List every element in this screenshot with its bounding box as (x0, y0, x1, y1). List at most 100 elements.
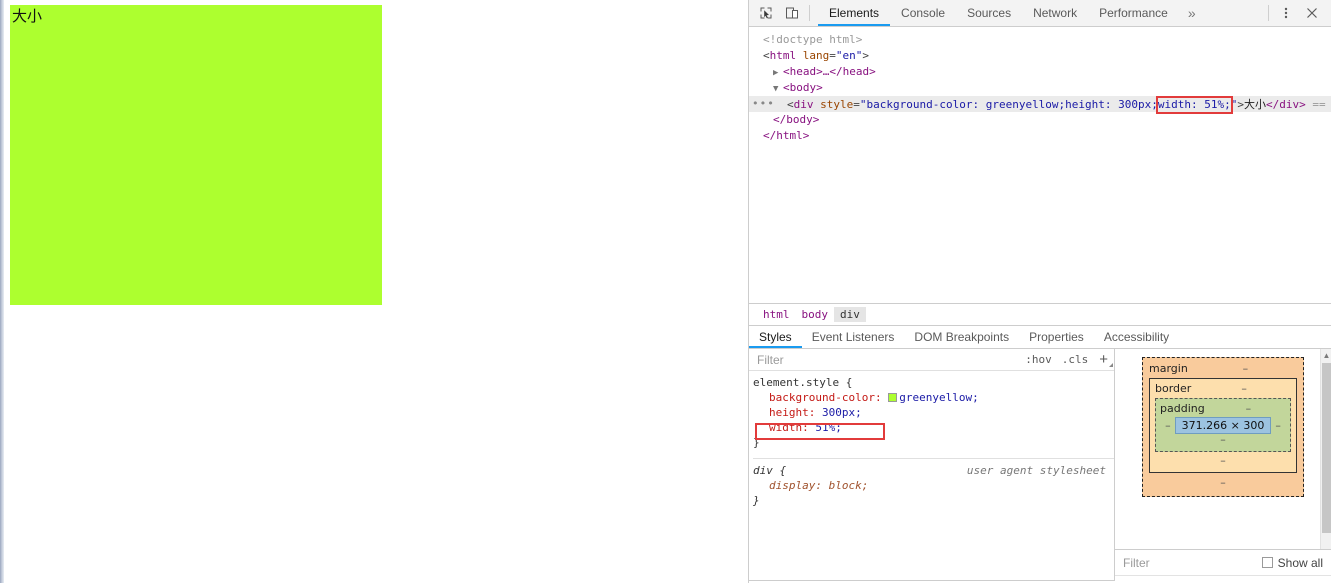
tab-network[interactable]: Network (1022, 0, 1088, 26)
resize-corner-icon (1109, 363, 1113, 367)
dom-line-head[interactable]: ▶ <head>…</head> (749, 64, 1331, 80)
decl-height-value: 300px; (821, 406, 862, 419)
user-agent-stylesheet-note: user agent stylesheet (966, 464, 1106, 477)
dom-trailing-equals: == (1312, 98, 1326, 111)
decl-height[interactable]: height: 300px; (753, 405, 1114, 420)
tab-network-label: Network (1033, 6, 1078, 20)
breadcrumb-item-div[interactable]: div (834, 307, 866, 322)
decl-height-prop: height: (769, 406, 816, 419)
tab-sources[interactable]: Sources (956, 0, 1022, 26)
styles-rules-list: element.style { background-color: greeny… (749, 371, 1114, 512)
tab-elements-label: Elements (829, 6, 880, 20)
decl-width-prop: width: (769, 421, 809, 434)
color-swatch-greenyellow[interactable] (888, 393, 898, 402)
more-tabs-button[interactable]: » (1179, 0, 1205, 26)
vertical-dots-icon[interactable] (1273, 0, 1299, 26)
styles-filter-input[interactable]: Filter (757, 353, 1020, 367)
box-model-content-row: – 371.266 × 300 – (1160, 417, 1286, 434)
dom-tree[interactable]: <!doctype html> <html lang="en"> ▶ <head>… (749, 27, 1331, 303)
subtab-event-listeners[interactable]: Event Listeners (802, 326, 905, 348)
box-model-padding-bottom[interactable]: – (1160, 434, 1286, 445)
box-model-padding-left[interactable]: – (1161, 419, 1175, 432)
breadcrumb-item-html[interactable]: html (757, 307, 796, 322)
box-model-padding-right[interactable]: – (1271, 419, 1285, 432)
decl-display-value: block; (828, 479, 869, 492)
scroll-up-arrow-icon[interactable]: ▲ (1321, 349, 1331, 362)
div-style-value-part1: background-color: greenyellow;height: 30… (866, 98, 1158, 111)
html-tagname: html (769, 49, 797, 62)
computed-filter-row: Filter Show all (1115, 550, 1331, 576)
div-tagname: div (793, 98, 814, 111)
dom-line-doctype[interactable]: <!doctype html> (749, 32, 1331, 48)
body-open-text: <body> (783, 81, 823, 94)
rule-element-style-selector: element.style { (753, 376, 853, 389)
rule-element-style[interactable]: element.style { background-color: greeny… (753, 375, 1114, 454)
box-model-diagram: margin – border – padding – – 371.266 × … (1142, 357, 1304, 497)
toolbar-separator (809, 5, 810, 21)
box-model-border-bottom[interactable]: – (1155, 455, 1291, 466)
chevron-right-icon[interactable]: ▶ (773, 65, 783, 81)
dom-line-body-open[interactable]: ▼ <body> (749, 80, 1331, 96)
decl-display-prop: display: (769, 479, 822, 492)
box-model-border-row: border – (1155, 382, 1291, 395)
more-tabs-label: » (1187, 5, 1196, 21)
div-attr-quote-open: " (859, 98, 867, 111)
close-icon[interactable] (1299, 0, 1325, 26)
box-model-border-label: border (1155, 382, 1192, 395)
box-model-margin-row: margin – (1149, 362, 1297, 375)
rule-div-ua[interactable]: user agent stylesheet div { display: blo… (753, 459, 1114, 512)
dom-line-div-selected[interactable]: ••• <div style="background-color: greenye… (749, 96, 1331, 114)
decl-background-color-value: greenyellow; (899, 391, 979, 404)
devtools-toolbar-right (1264, 0, 1331, 26)
subtab-dom-breakpoints-label: DOM Breakpoints (914, 330, 1010, 344)
subtab-accessibility[interactable]: Accessibility (1094, 326, 1179, 348)
subtab-styles[interactable]: Styles (749, 326, 802, 348)
box-model-padding-top[interactable]: – (1211, 402, 1286, 415)
box-model-padding-box: padding – – 371.266 × 300 – – (1155, 398, 1291, 452)
browser-window-left-edge (0, 0, 4, 583)
div-attr-equals: = (853, 98, 860, 111)
expand-ellipsis-button[interactable]: ••• (752, 98, 775, 110)
toolbar-separator-right (1268, 5, 1269, 21)
show-all-label[interactable]: Show all (1278, 556, 1323, 570)
tab-performance[interactable]: Performance (1088, 0, 1179, 26)
dom-line-body-close[interactable]: </body> (749, 112, 1331, 128)
new-style-rule-button[interactable]: + (1093, 351, 1114, 368)
decl-display[interactable]: display: block; (753, 478, 1114, 493)
chevron-down-icon[interactable]: ▼ (773, 81, 783, 97)
computed-filter-bar: Filter Show all (1115, 549, 1331, 583)
scrollbar-thumb[interactable] (1322, 363, 1331, 533)
html-lang-attr: lang (802, 49, 830, 62)
html-close-text: </html> (763, 129, 810, 142)
dom-line-html-open[interactable]: <html lang="en"> (749, 48, 1331, 64)
box-model-column: margin – border – padding – – 371.266 × … (1114, 349, 1331, 580)
body-close-text: </body> (773, 113, 820, 126)
tab-console[interactable]: Console (890, 0, 956, 26)
box-model-margin-bottom[interactable]: – (1149, 477, 1297, 488)
box-model-margin-top[interactable]: – (1194, 362, 1297, 375)
box-model-scrollbar[interactable]: ▲ (1320, 349, 1331, 580)
decl-width[interactable]: width: 51%; (753, 420, 1114, 435)
device-toolbar-icon[interactable] (779, 0, 805, 26)
subtab-dom-breakpoints[interactable]: DOM Breakpoints (904, 326, 1019, 348)
dom-line-html-close[interactable]: </html> (749, 128, 1331, 144)
styles-filter-bar: Filter :hov .cls + (749, 349, 1114, 371)
styles-sub-tab-strip: Styles Event Listeners DOM Breakpoints P… (749, 325, 1331, 349)
decl-background-color[interactable]: background-color: greenyellow; (753, 390, 1114, 405)
breadcrumb-item-body[interactable]: body (796, 307, 835, 322)
new-style-rule-label: + (1099, 351, 1108, 368)
tab-elements[interactable]: Elements (818, 0, 891, 26)
inspect-cursor-icon[interactable] (753, 0, 779, 26)
box-model-border-top[interactable]: – (1197, 382, 1291, 395)
computed-filter-input[interactable]: Filter (1123, 556, 1262, 570)
devtools-toolbar: Elements Console Sources Network Perform… (749, 0, 1331, 27)
doctype-text: <!doctype html> (763, 33, 863, 46)
rule-element-style-close: } (753, 436, 760, 449)
greenyellow-div[interactable]: 大小 (10, 5, 382, 305)
cls-button[interactable]: .cls (1057, 353, 1094, 366)
box-model-content-size[interactable]: 371.266 × 300 (1174, 417, 1272, 434)
show-all-checkbox[interactable] (1261, 557, 1273, 568)
subtab-properties[interactable]: Properties (1019, 326, 1094, 348)
hov-button[interactable]: :hov (1020, 353, 1057, 366)
styles-pane: Filter :hov .cls + element.style { backg… (749, 349, 1331, 581)
